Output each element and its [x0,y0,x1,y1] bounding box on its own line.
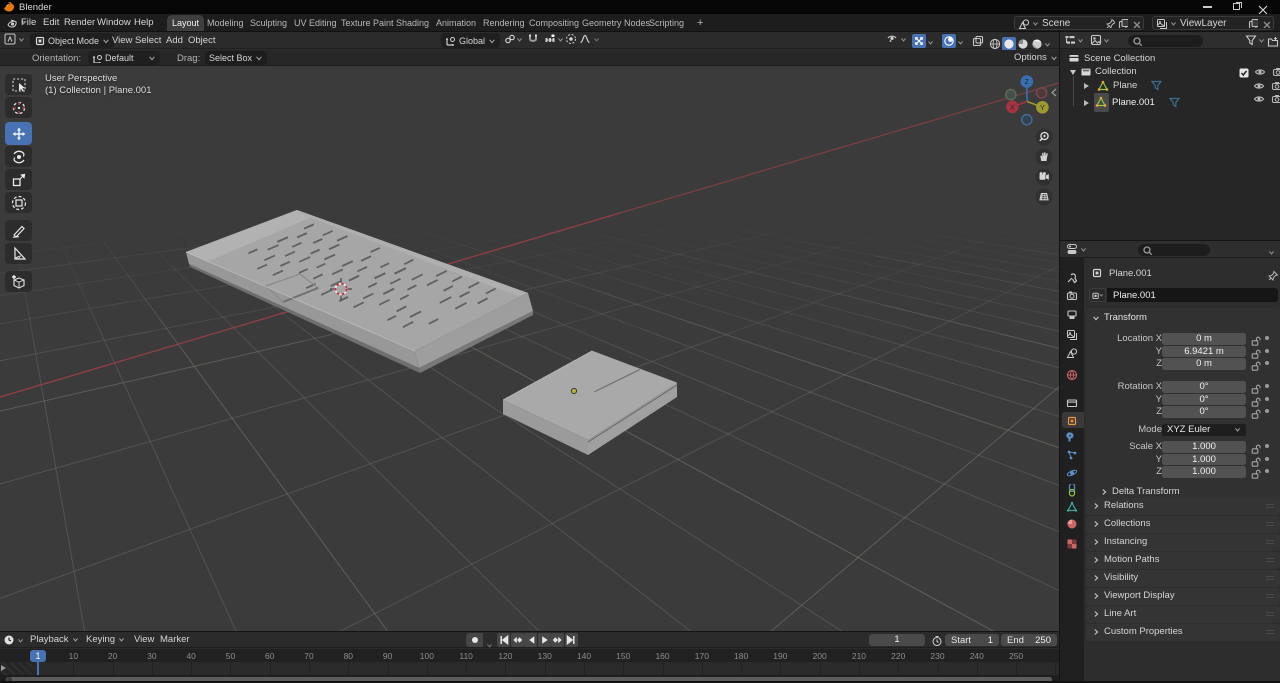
svg-text:X: X [1010,102,1015,111]
svg-text:Z: Z [1025,77,1030,86]
svg-text:Y: Y [1040,103,1045,112]
